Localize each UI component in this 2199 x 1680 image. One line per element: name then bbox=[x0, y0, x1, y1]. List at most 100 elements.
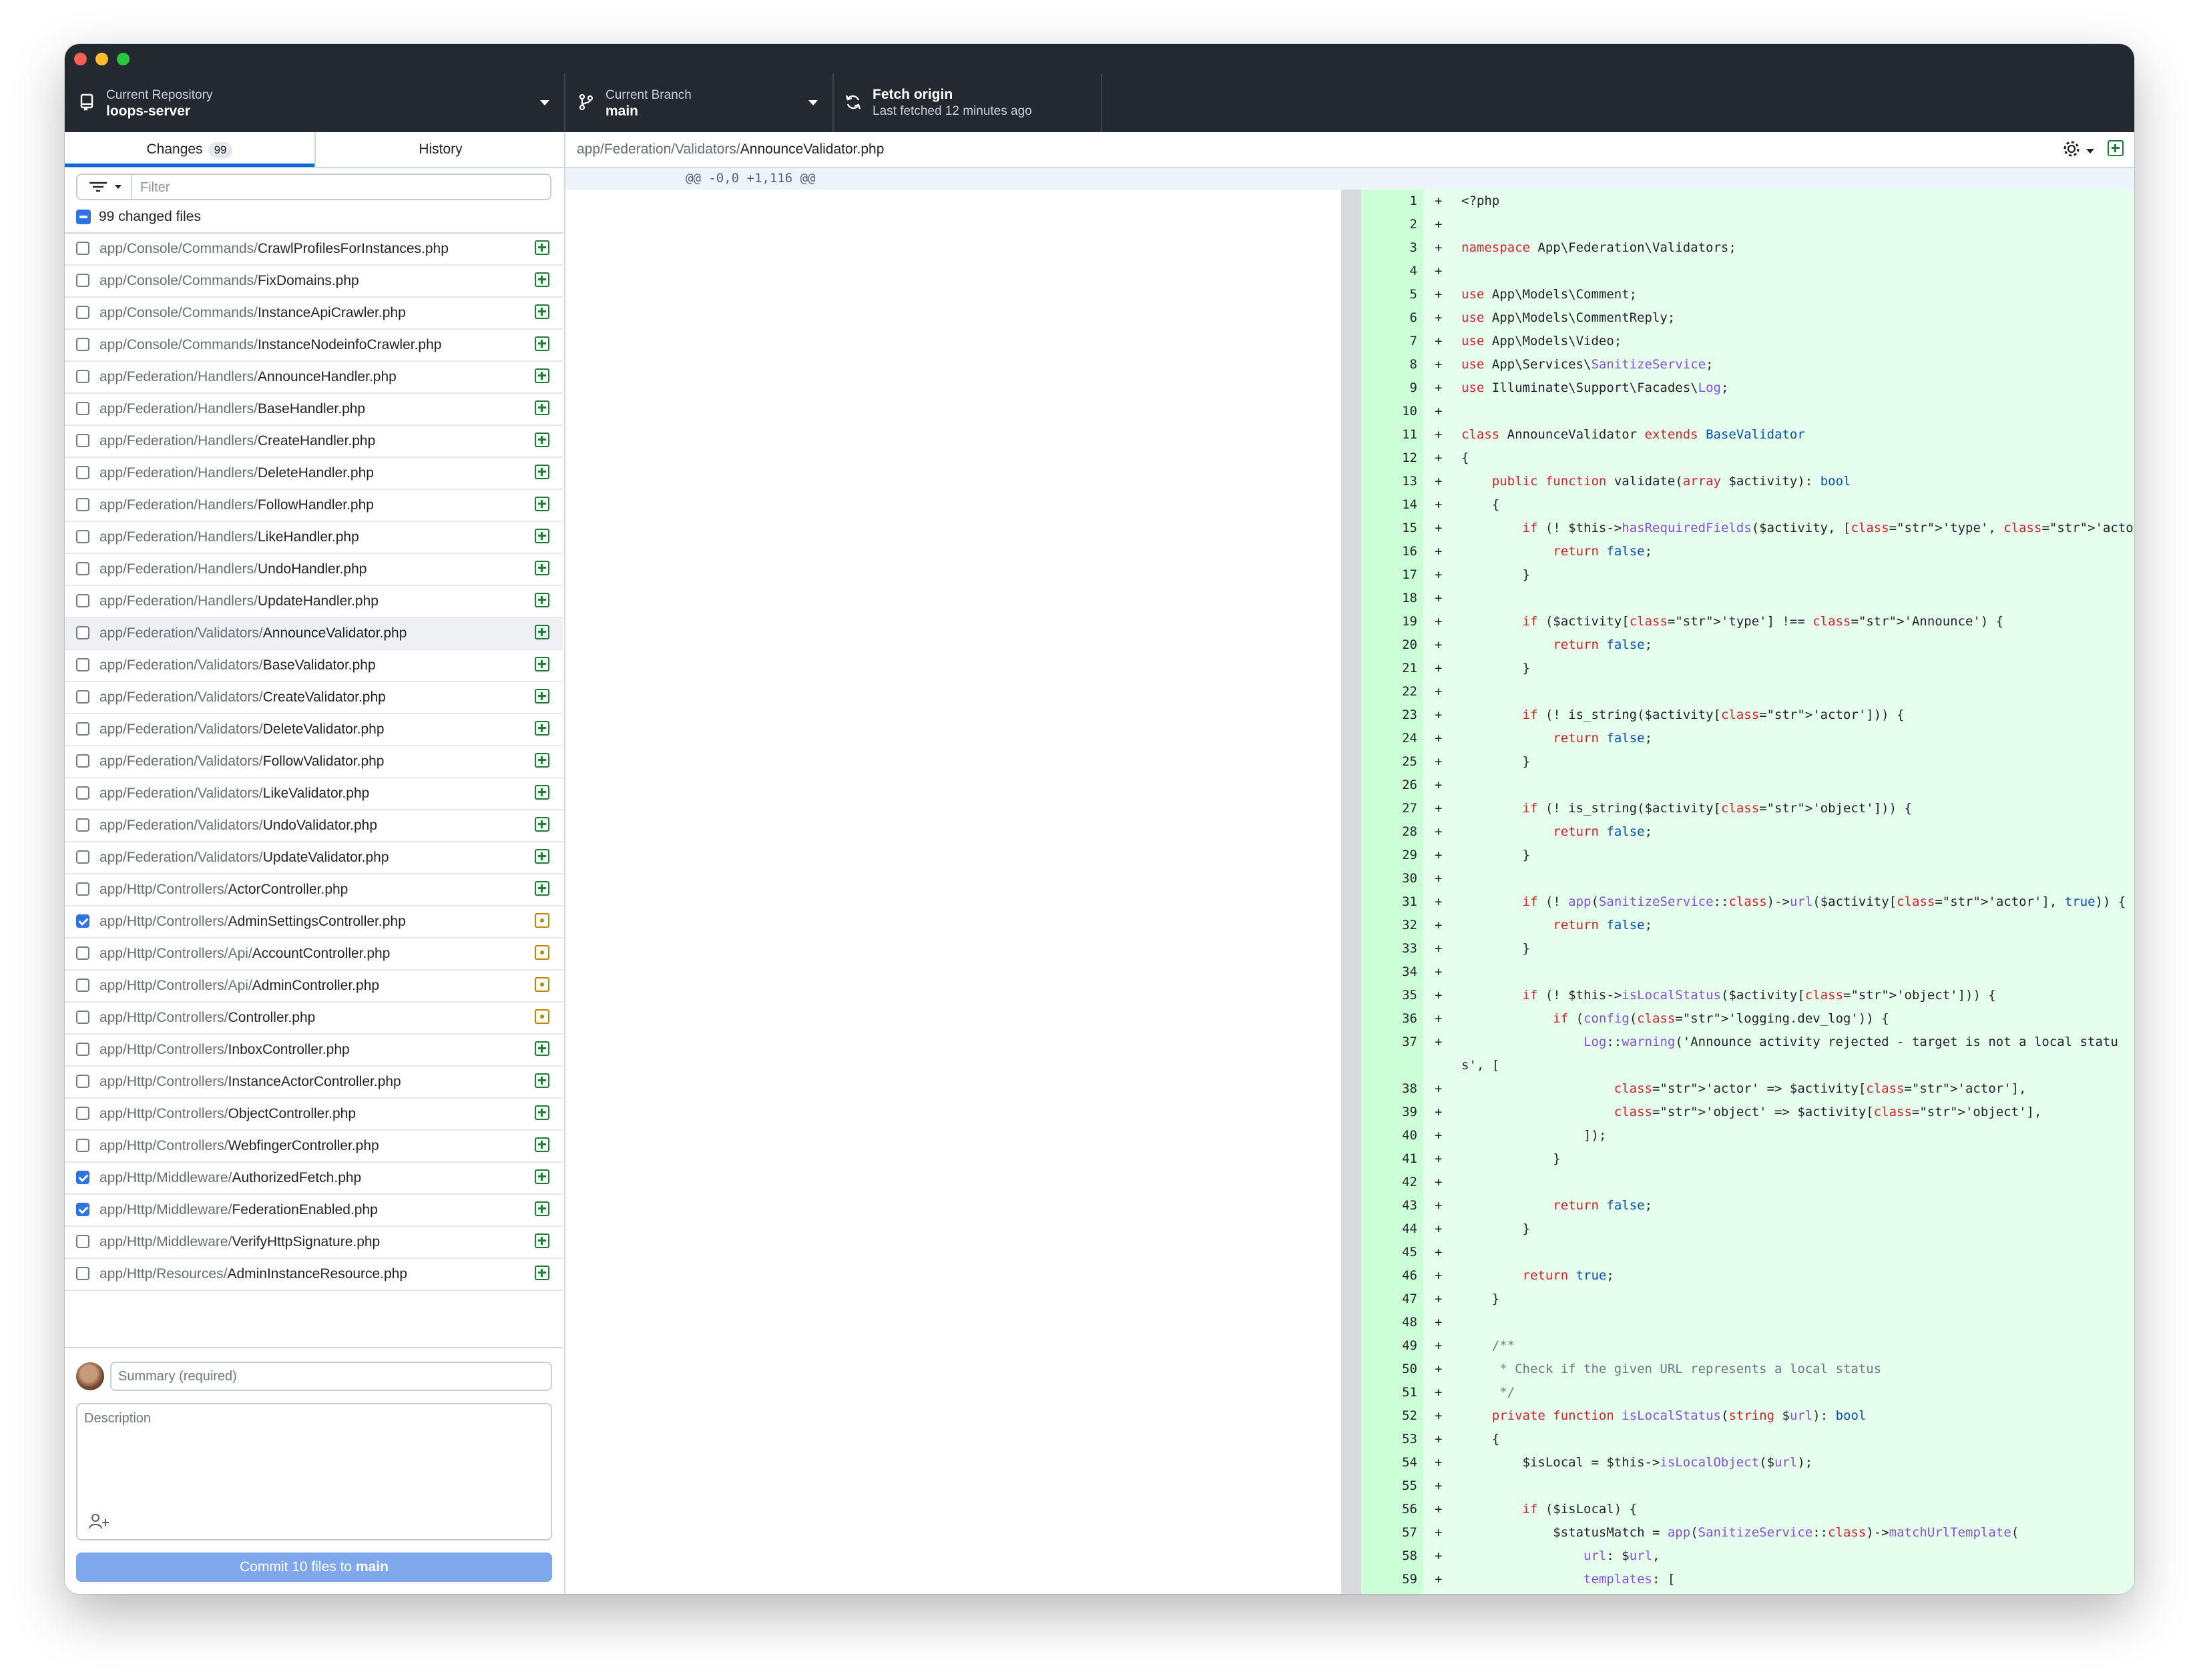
file-row[interactable]: app/Federation/Validators/CreateValidato… bbox=[65, 682, 563, 714]
file-row[interactable]: app/Http/Controllers/Controller.php bbox=[65, 1003, 563, 1035]
file-row[interactable]: app/Http/Middleware/VerifyHttpSignature.… bbox=[65, 1227, 563, 1259]
file-row[interactable]: app/Console/Commands/InstanceApiCrawler.… bbox=[65, 298, 563, 330]
file-checkbox[interactable] bbox=[76, 978, 89, 992]
file-checkbox[interactable] bbox=[76, 914, 89, 928]
file-checkbox[interactable] bbox=[76, 1043, 89, 1056]
file-checkbox[interactable] bbox=[76, 658, 89, 671]
changes-count-badge: 99 bbox=[208, 142, 233, 158]
added-line-marker: + bbox=[1435, 1081, 1443, 1096]
file-checkbox[interactable] bbox=[76, 594, 89, 607]
file-row[interactable]: app/Http/Middleware/FederationEnabled.ph… bbox=[65, 1195, 563, 1227]
file-checkbox[interactable] bbox=[76, 754, 89, 768]
file-row[interactable]: app/Console/Commands/FixDomains.php bbox=[65, 266, 563, 298]
select-all-checkbox[interactable] bbox=[76, 210, 91, 224]
commit-button[interactable]: Commit 10 files to main bbox=[76, 1553, 552, 1582]
file-checkbox[interactable] bbox=[76, 722, 89, 736]
file-checkbox[interactable] bbox=[76, 1203, 89, 1216]
repository-selector[interactable]: Current Repository loops-server bbox=[65, 73, 565, 132]
code-text: * Check if the given URL represents a lo… bbox=[1461, 1362, 1882, 1376]
tab-changes[interactable]: Changes 99 bbox=[65, 132, 314, 167]
file-checkbox[interactable] bbox=[76, 1107, 89, 1120]
code-line: 54 + $isLocal = $this->isLocalObject($url… bbox=[1361, 1451, 2134, 1474]
file-row[interactable]: app/Federation/Validators/UndoValidator.… bbox=[65, 810, 563, 842]
file-row[interactable]: app/Federation/Handlers/BaseHandler.php bbox=[65, 394, 563, 426]
expand-diff-icon[interactable] bbox=[2108, 140, 2124, 156]
file-row[interactable]: app/Federation/Validators/BaseValidator.… bbox=[65, 650, 563, 682]
file-path: app/Http/Resources/AdminInstanceResource… bbox=[99, 1266, 407, 1282]
fetch-origin-button[interactable]: Fetch origin Last fetched 12 minutes ago bbox=[834, 73, 1102, 132]
file-path: app/Http/Controllers/InboxController.php bbox=[99, 1042, 350, 1058]
file-row[interactable]: app/Federation/Handlers/UndoHandler.php bbox=[65, 554, 563, 586]
gear-icon[interactable] bbox=[2061, 139, 2084, 159]
file-checkbox[interactable] bbox=[76, 466, 89, 479]
file-row[interactable]: app/Http/Controllers/Api/AdminController… bbox=[65, 970, 563, 1003]
file-row[interactable]: app/Http/Controllers/InboxController.php bbox=[65, 1035, 563, 1067]
file-checkbox[interactable] bbox=[76, 370, 89, 383]
file-row[interactable]: app/Federation/Validators/LikeValidator.… bbox=[65, 778, 563, 810]
file-row[interactable]: app/Http/Controllers/InstanceActorContro… bbox=[65, 1067, 563, 1099]
file-row[interactable]: app/Http/Resources/AdminInstanceResource… bbox=[65, 1259, 563, 1291]
file-row[interactable]: app/Federation/Handlers/AnnounceHandler.… bbox=[65, 362, 563, 394]
tab-history[interactable]: History bbox=[314, 132, 565, 167]
file-checkbox[interactable] bbox=[76, 882, 89, 896]
file-checkbox[interactable] bbox=[76, 274, 89, 287]
file-row[interactable]: app/Federation/Validators/AnnounceValida… bbox=[65, 618, 563, 650]
file-checkbox[interactable] bbox=[76, 818, 89, 832]
file-checkbox[interactable] bbox=[76, 786, 89, 800]
file-row[interactable]: app/Federation/Handlers/DeleteHandler.ph… bbox=[65, 458, 563, 490]
file-checkbox[interactable] bbox=[76, 1235, 89, 1248]
code-text: use App\Models\Comment; bbox=[1461, 287, 1638, 302]
file-checkbox[interactable] bbox=[76, 530, 89, 543]
file-checkbox[interactable] bbox=[76, 498, 89, 511]
file-checkbox[interactable] bbox=[76, 306, 89, 319]
filter-options-button[interactable] bbox=[77, 175, 132, 199]
close-window-button[interactable] bbox=[74, 53, 87, 65]
file-row[interactable]: app/Federation/Handlers/CreateHandler.ph… bbox=[65, 426, 563, 458]
code-text: { bbox=[1461, 451, 1469, 465]
file-checkbox[interactable] bbox=[76, 626, 89, 639]
file-checkbox[interactable] bbox=[76, 850, 89, 864]
file-checkbox[interactable] bbox=[76, 562, 89, 575]
file-checkbox[interactable] bbox=[76, 1075, 89, 1088]
file-dir: app/Console/Commands/ bbox=[99, 241, 258, 256]
file-checkbox[interactable] bbox=[76, 690, 89, 704]
file-row[interactable]: app/Http/Controllers/AdminSettingsContro… bbox=[65, 906, 563, 938]
file-path: app/Federation/Validators/AnnounceValida… bbox=[99, 625, 407, 641]
file-row[interactable]: app/Http/Controllers/ActorController.php bbox=[65, 874, 563, 906]
line-number: 37 bbox=[1402, 1035, 1417, 1049]
file-row[interactable]: app/Http/Controllers/WebfingerController… bbox=[65, 1131, 563, 1163]
file-checkbox[interactable] bbox=[76, 242, 89, 255]
code-text: use App\Services\SanitizeService; bbox=[1461, 357, 1714, 372]
file-checkbox[interactable] bbox=[76, 402, 89, 415]
file-row[interactable]: app/Federation/Handlers/FollowHandler.ph… bbox=[65, 490, 563, 522]
file-checkbox[interactable] bbox=[76, 434, 89, 447]
file-row[interactable]: app/Federation/Handlers/LikeHandler.php bbox=[65, 522, 563, 554]
file-name: BaseValidator.php bbox=[262, 657, 376, 673]
file-row[interactable]: app/Console/Commands/CrawlProfilesForIns… bbox=[65, 234, 563, 266]
file-row[interactable]: app/Federation/Validators/FollowValidato… bbox=[65, 746, 563, 778]
file-row[interactable]: app/Http/Controllers/Api/AccountControll… bbox=[65, 938, 563, 970]
file-checkbox[interactable] bbox=[76, 1171, 89, 1184]
line-number: 59 bbox=[1402, 1572, 1417, 1587]
file-row[interactable]: app/Http/Controllers/ObjectController.ph… bbox=[65, 1099, 563, 1131]
file-checkbox[interactable] bbox=[76, 1011, 89, 1024]
file-row[interactable]: app/Console/Commands/InstanceNodeinfoCra… bbox=[65, 330, 563, 362]
file-checkbox[interactable] bbox=[76, 338, 89, 351]
file-checkbox[interactable] bbox=[76, 946, 89, 960]
file-checkbox[interactable] bbox=[76, 1139, 89, 1152]
branch-selector[interactable]: Current Branch main bbox=[565, 73, 834, 132]
file-path: app/Http/Controllers/InstanceActorContro… bbox=[99, 1074, 401, 1090]
file-row[interactable]: app/Federation/Handlers/UpdateHandler.ph… bbox=[65, 586, 563, 618]
file-checkbox[interactable] bbox=[76, 1267, 89, 1280]
commit-summary-input[interactable] bbox=[110, 1362, 552, 1391]
zoom-window-button[interactable] bbox=[117, 53, 130, 65]
file-row[interactable]: app/Federation/Validators/DeleteValidato… bbox=[65, 714, 563, 746]
file-added-icon bbox=[535, 368, 549, 383]
add-coauthor-icon[interactable] bbox=[87, 1511, 110, 1531]
file-row[interactable]: app/Http/Middleware/AuthorizedFetch.php bbox=[65, 1163, 563, 1195]
commit-description-input[interactable] bbox=[76, 1403, 552, 1541]
line-number: 55 bbox=[1402, 1478, 1417, 1493]
filter-input[interactable] bbox=[139, 175, 542, 200]
file-row[interactable]: app/Federation/Validators/UpdateValidato… bbox=[65, 842, 563, 874]
minimize-window-button[interactable] bbox=[95, 53, 108, 65]
